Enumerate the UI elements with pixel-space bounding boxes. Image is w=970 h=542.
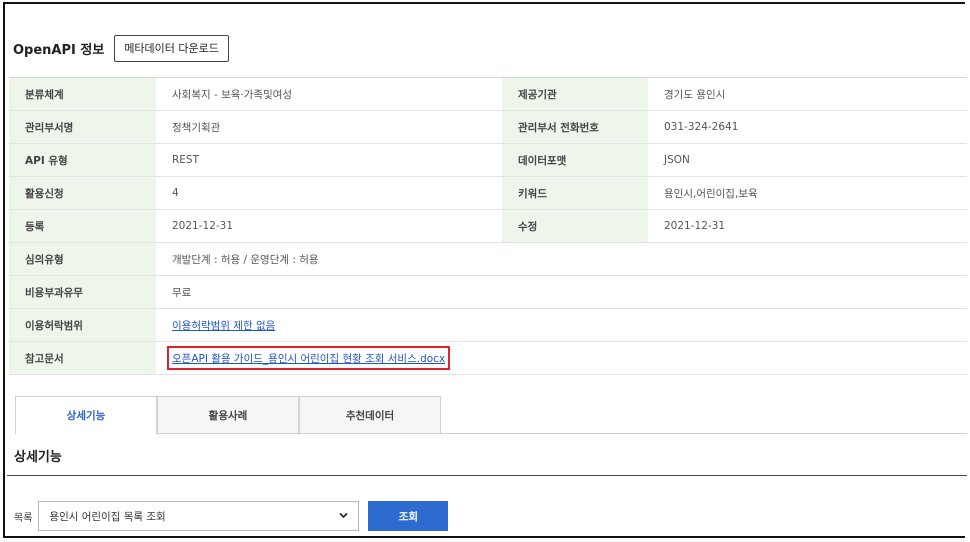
category-value: 사회복지 - 보육·가족및여성 xyxy=(156,77,502,111)
table-row: 심의유형 개발단계 : 허용 / 운영단계 : 허용 xyxy=(9,242,967,276)
section-title: 상세기능 xyxy=(14,450,62,465)
license-cell: 이용허락범위 제한 없음 xyxy=(156,308,967,342)
table-row: API 유형 REST 데이터포맷 JSON xyxy=(9,143,967,177)
data-format-label: 데이터포맷 xyxy=(502,143,648,177)
api-type-label: API 유형 xyxy=(9,143,156,177)
reference-highlight-box: 오픈API 활용 가이드_용인시 어린이집 현황 조회 서비스.docx xyxy=(167,346,451,370)
openapi-info-table: 분류체계 사회복지 - 보육·가족및여성 제공기관 경기도 용인시 관리부서명 … xyxy=(9,77,967,375)
chevron-down-icon xyxy=(339,511,348,522)
metadata-download-button[interactable]: 메타데이터 다운로드 xyxy=(114,34,229,62)
keywords-label: 키워드 xyxy=(502,176,648,210)
registered-label: 등록 xyxy=(9,209,156,243)
api-type-value: REST xyxy=(156,143,502,177)
dept-label: 관리부서명 xyxy=(9,110,156,144)
page-frame: OpenAPI 정보 메타데이터 다운로드 분류체계 사회복지 - 보육·가족및… xyxy=(3,2,967,538)
table-row: 활용신청 4 키워드 용인시,어린이집,보육 xyxy=(9,176,967,210)
keywords-value: 용인시,어린이집,보육 xyxy=(648,176,967,210)
provider-label: 제공기관 xyxy=(502,77,648,111)
tab-detail-features[interactable]: 상세기능 xyxy=(15,396,157,434)
modified-value: 2021-12-31 xyxy=(648,209,967,243)
table-row: 비용부과유무 무료 xyxy=(9,275,967,309)
provider-value: 경기도 용인시 xyxy=(648,77,967,111)
table-row: 등록 2021-12-31 수정 2021-12-31 xyxy=(9,209,967,243)
page-title: OpenAPI 정보 xyxy=(13,42,105,58)
table-row: 분류체계 사회복지 - 보육·가족및여성 제공기관 경기도 용인시 xyxy=(9,77,967,111)
fee-value: 무료 xyxy=(156,275,967,309)
category-label: 분류체계 xyxy=(9,77,156,111)
registered-value: 2021-12-31 xyxy=(156,209,502,243)
review-type-label: 심의유형 xyxy=(9,242,156,276)
license-label: 이용허락범위 xyxy=(9,308,156,342)
reference-cell: 오픈API 활용 가이드_용인시 어린이집 현황 조회 서비스.docx xyxy=(156,341,967,375)
dept-phone-value: 031-324-2641 xyxy=(648,110,967,144)
data-format-value: JSON xyxy=(648,143,967,177)
search-button[interactable]: 조회 xyxy=(368,501,449,531)
table-row: 관리부서명 정책기획관 관리부서 전화번호 031-324-2641 xyxy=(9,110,967,144)
table-row: 참고문서 오픈API 활용 가이드_용인시 어린이집 현황 조회 서비스.doc… xyxy=(9,341,967,375)
operation-select[interactable]: 용인시 어린이집 목록 조회 xyxy=(38,501,360,531)
fee-label: 비용부과유무 xyxy=(9,275,156,309)
detail-tabs: 상세기능 활용사례 추천데이터 xyxy=(15,396,967,434)
dept-value: 정책기획관 xyxy=(156,110,502,144)
tab-use-cases[interactable]: 활용사례 xyxy=(157,396,299,433)
review-type-value: 개발단계 : 허용 / 운영단계 : 허용 xyxy=(156,242,967,276)
tab-recommended-data[interactable]: 추천데이터 xyxy=(299,396,441,433)
usage-requests-label: 활용신청 xyxy=(9,176,156,210)
openapi-header: OpenAPI 정보 메타데이터 다운로드 xyxy=(7,30,967,66)
select-label: 목록 xyxy=(14,512,33,524)
table-row: 이용허락범위 이용허락범위 제한 없음 xyxy=(9,308,967,342)
reference-doc-link[interactable]: 오픈API 활용 가이드_용인시 어린이집 현황 조회 서비스.docx xyxy=(172,353,445,365)
reference-label: 참고문서 xyxy=(9,341,156,375)
license-link[interactable]: 이용허락범위 제한 없음 xyxy=(172,320,275,332)
dept-phone-label: 관리부서 전화번호 xyxy=(502,110,648,144)
usage-requests-value: 4 xyxy=(156,176,502,210)
operation-select-row: 목록 용인시 어린이집 목록 조회 조회 xyxy=(14,501,449,531)
modified-label: 수정 xyxy=(502,209,648,243)
section-divider xyxy=(7,475,967,476)
selected-option: 용인시 어린이집 목록 조회 xyxy=(49,510,166,523)
